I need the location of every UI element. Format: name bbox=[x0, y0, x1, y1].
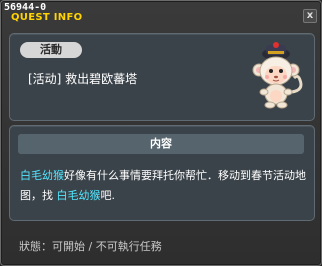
quest-summary-card: 活動 [活动] 救出碧欧蕃塔 bbox=[9, 33, 315, 121]
window-title: QUEST INFO bbox=[11, 12, 83, 23]
quest-info-window: 56944-0 QUEST INFO x 活動 [活动] 救出碧欧蕃塔 内容 白… bbox=[0, 0, 322, 266]
quest-content-card: 内容 白毛幼猴好像有什么事情要拜托你帮忙．移动到春节活动地图，找 白毛幼猴吧. bbox=[9, 125, 315, 221]
npc-name-link: 白毛幼猴 bbox=[56, 189, 101, 202]
content-header: 内容 bbox=[18, 134, 304, 154]
quest-type-badge: 活動 bbox=[20, 42, 82, 58]
quest-description: 白毛幼猴好像有什么事情要拜托你帮忙．移动到春节活动地图，找 白毛幼猴吧. bbox=[20, 166, 308, 206]
npc-monkey-icon bbox=[252, 42, 303, 109]
quest-name: [活动] 救出碧欧蕃塔 bbox=[28, 72, 138, 86]
close-button[interactable]: x bbox=[303, 9, 317, 23]
npc-name-link: 白毛幼猴 bbox=[20, 169, 64, 182]
description-text: 吧. bbox=[100, 189, 116, 202]
quest-status: 狀態：可開始 / 不可執行任務 bbox=[19, 240, 162, 253]
